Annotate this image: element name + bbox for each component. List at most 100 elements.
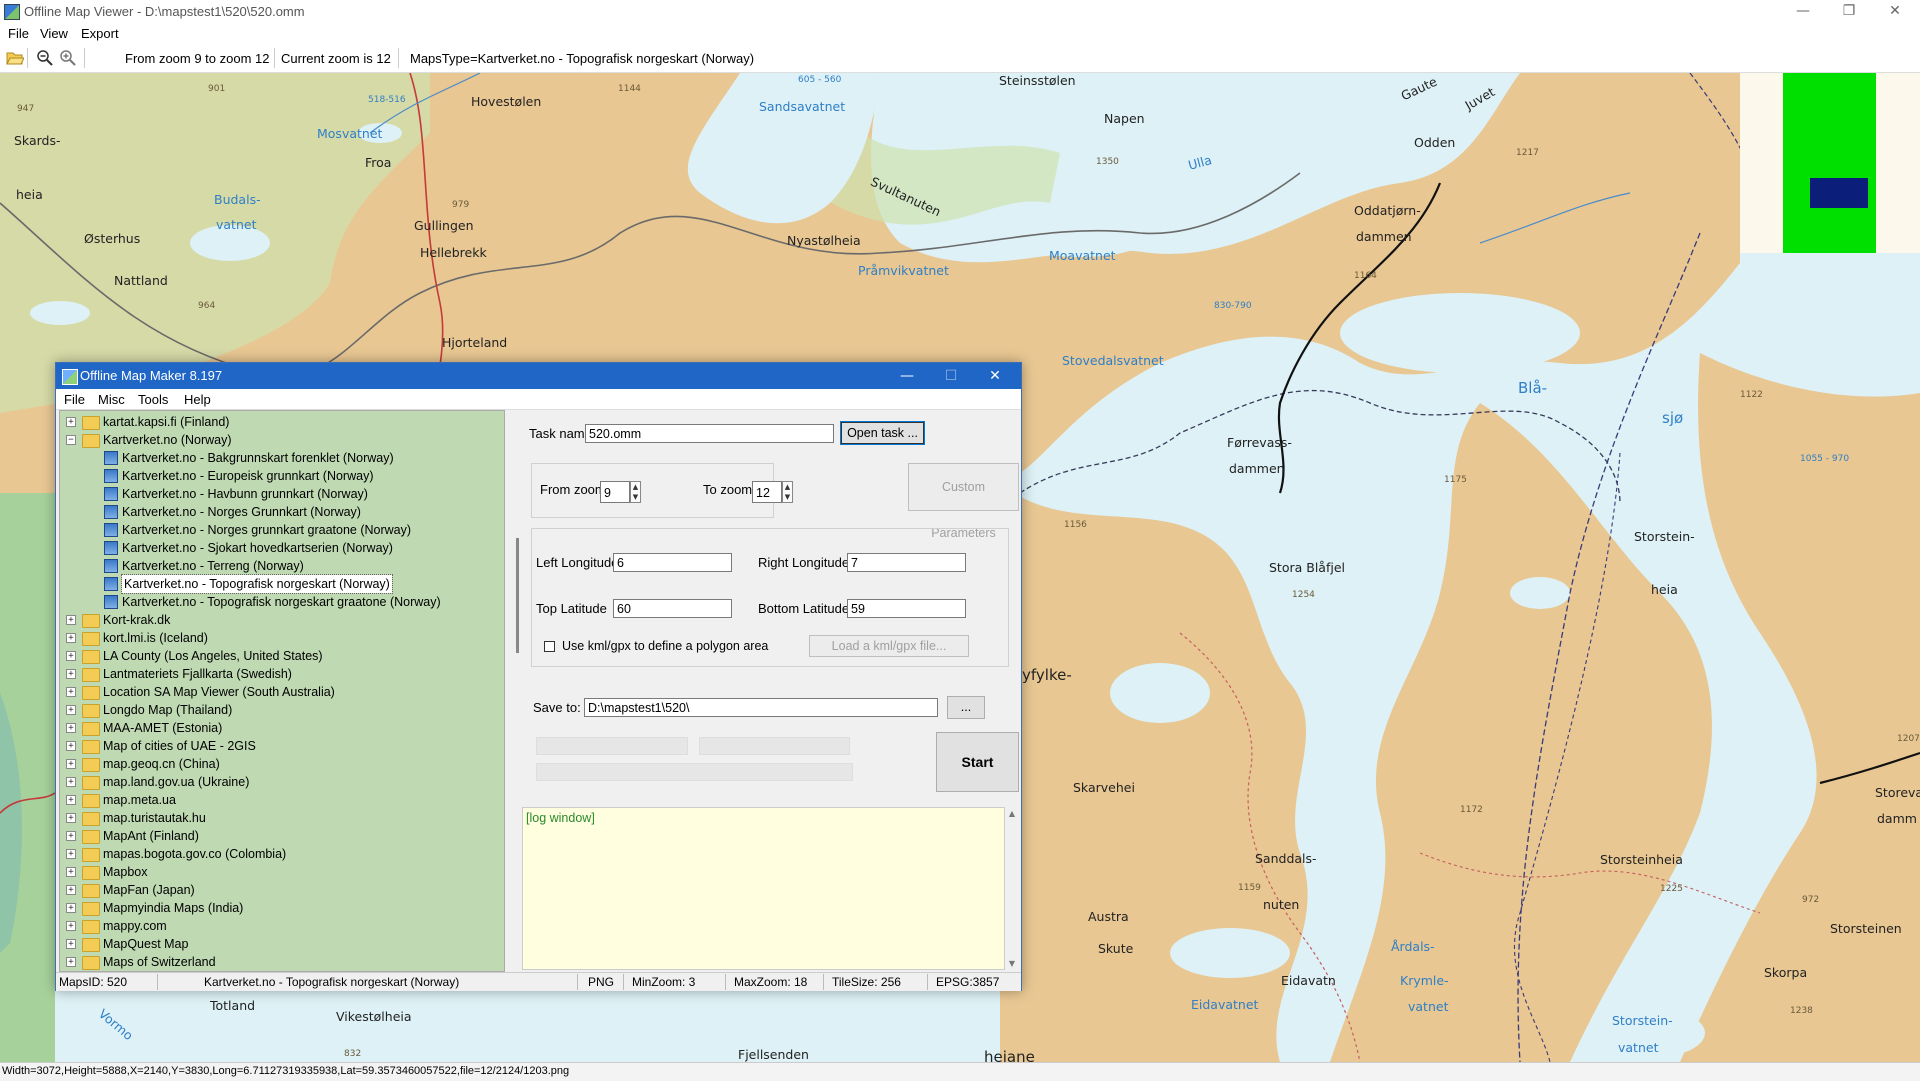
tree-item[interactable]: + Location SA Map Viewer (South Australia… xyxy=(60,683,504,701)
save-to-input[interactable]: D:\mapstest1\520\ xyxy=(584,698,938,717)
tree-item[interactable]: + MAA-AMET (Estonia) xyxy=(60,719,504,737)
task-name-input[interactable]: 520.omm xyxy=(585,424,834,443)
dialog-minimize-button[interactable]: — xyxy=(885,363,929,389)
tree-item[interactable]: + Longdo Map (Thailand) xyxy=(60,701,504,719)
start-button[interactable]: Start xyxy=(936,732,1019,792)
tree-item[interactable]: + map.meta.ua xyxy=(60,791,504,809)
dialog-title-bar[interactable]: Offline Map Maker 8.197 — ☐ ✕ xyxy=(56,363,1021,389)
expand-icon[interactable]: + xyxy=(66,957,76,967)
folder-icon xyxy=(82,848,100,862)
menu-file[interactable]: File xyxy=(8,26,29,41)
expand-icon[interactable]: + xyxy=(66,885,76,895)
map-source-tree[interactable]: + kartat.kapsi.fi (Finland) − Kartverket.no… xyxy=(59,410,505,972)
minimap[interactable] xyxy=(1740,73,1920,253)
tree-item[interactable]: + MapFan (Japan) xyxy=(60,881,504,899)
zoom-in-icon[interactable] xyxy=(59,49,77,67)
tree-item[interactable]: + Lantmateriets Fjallkarta (Swedish) xyxy=(60,665,504,683)
expand-icon[interactable]: + xyxy=(66,741,76,751)
maximize-button[interactable]: ❐ xyxy=(1826,0,1872,22)
tree-item[interactable]: + mappy.com xyxy=(60,917,504,935)
tree-item[interactable]: + Mapmyindia Maps (India) xyxy=(60,899,504,917)
expand-icon[interactable]: + xyxy=(66,417,76,427)
progress-bar-current xyxy=(536,737,688,755)
tree-item[interactable]: + kartat.kapsi.fi (Finland) xyxy=(60,413,504,431)
tree-item[interactable]: + MapAnt (Finland) xyxy=(60,827,504,845)
from-zoom-input[interactable]: 9 xyxy=(600,481,630,503)
minimize-button[interactable]: — xyxy=(1780,0,1826,22)
to-zoom-input[interactable]: 12 xyxy=(752,481,782,503)
expand-icon[interactable]: + xyxy=(66,939,76,949)
open-folder-icon[interactable] xyxy=(6,49,24,67)
tree-item[interactable]: Kartverket.no - Topografisk norgeskart (… xyxy=(60,574,504,594)
tree-item[interactable]: + map.land.gov.ua (Ukraine) xyxy=(60,773,504,791)
tree-item[interactable]: Kartverket.no - Bakgrunnskart forenklet … xyxy=(60,449,504,467)
tree-item[interactable]: Kartverket.no - Norges grunnkart graaton… xyxy=(60,521,504,539)
expand-icon[interactable]: + xyxy=(66,615,76,625)
tree-item[interactable]: Kartverket.no - Norges Grunnkart (Norway… xyxy=(60,503,504,521)
expand-icon[interactable]: + xyxy=(66,651,76,661)
left-longitude-input[interactable]: 6 xyxy=(613,553,732,572)
log-window[interactable]: [log window] xyxy=(522,807,1005,970)
use-kml-checkbox[interactable] xyxy=(544,641,555,652)
scroll-down-icon[interactable]: ▼ xyxy=(1005,959,1019,968)
map-label: Hellebrekk xyxy=(420,245,487,260)
collapse-icon[interactable]: − xyxy=(66,435,76,445)
tree-item[interactable]: − Kartverket.no (Norway) xyxy=(60,431,504,449)
expand-icon[interactable]: + xyxy=(66,777,76,787)
right-longitude-input[interactable]: 7 xyxy=(847,553,966,572)
open-task-button[interactable]: Open task ... xyxy=(840,421,925,445)
top-latitude-input[interactable]: 60 xyxy=(613,599,732,618)
expand-icon[interactable]: + xyxy=(66,921,76,931)
log-scrollbar[interactable]: ▲ ▼ xyxy=(1005,807,1019,970)
browse-button[interactable]: ... xyxy=(947,696,985,719)
tree-item[interactable]: Kartverket.no - Havbunn grunnkart (Norwa… xyxy=(60,485,504,503)
tree-item[interactable]: Kartverket.no - Terreng (Norway) xyxy=(60,557,504,575)
expand-icon[interactable]: + xyxy=(66,705,76,715)
tree-item-label: Kartverket.no - Topografisk norgeskart g… xyxy=(122,595,441,609)
zoom-out-icon[interactable] xyxy=(36,49,54,67)
close-button[interactable]: ✕ xyxy=(1872,0,1918,22)
from-zoom-spinner[interactable]: ▲ ▼ xyxy=(630,481,641,503)
folder-icon xyxy=(82,740,100,754)
height-label: 1350 xyxy=(1096,157,1119,167)
expand-icon[interactable]: + xyxy=(66,849,76,859)
dialog-menu-tools[interactable]: Tools xyxy=(138,392,168,407)
tree-item[interactable]: + mapas.bogota.gov.co (Colombia) xyxy=(60,845,504,863)
minimap-viewport[interactable] xyxy=(1810,178,1868,208)
expand-icon[interactable]: + xyxy=(66,687,76,697)
menu-view[interactable]: View xyxy=(40,26,68,41)
map-label: Budals- xyxy=(214,192,261,207)
tree-item[interactable]: + map.turistautak.hu xyxy=(60,809,504,827)
tree-item[interactable]: Kartverket.no - Topografisk norgeskart g… xyxy=(60,593,504,611)
tree-item[interactable]: Kartverket.no - Sjokart hovedkartserien … xyxy=(60,539,504,557)
dialog-menu-misc[interactable]: Misc xyxy=(98,392,125,407)
tree-scroll-thumb[interactable] xyxy=(516,538,519,653)
tree-item[interactable]: + Maps of Switzerland xyxy=(60,953,504,971)
menu-export[interactable]: Export xyxy=(81,26,119,41)
expand-icon[interactable]: + xyxy=(66,795,76,805)
tree-item[interactable]: + MapQuest Map xyxy=(60,935,504,953)
tree-item[interactable]: + LA County (Los Angeles, United States) xyxy=(60,647,504,665)
tree-item[interactable]: + Kort-krak.dk xyxy=(60,611,504,629)
expand-icon[interactable]: + xyxy=(66,633,76,643)
map-label: Eidavatnet xyxy=(1191,997,1259,1012)
expand-icon[interactable]: + xyxy=(66,759,76,769)
expand-icon[interactable]: + xyxy=(66,903,76,913)
expand-icon[interactable]: + xyxy=(66,813,76,823)
tree-item[interactable]: + Mapbox xyxy=(60,863,504,881)
tree-item[interactable]: + Map of cities of UAE - 2GIS xyxy=(60,737,504,755)
bottom-latitude-input[interactable]: 59 xyxy=(847,599,966,618)
expand-icon[interactable]: + xyxy=(66,867,76,877)
dialog-menu-file[interactable]: File xyxy=(64,392,85,407)
dialog-close-button[interactable]: ✕ xyxy=(973,363,1017,389)
expand-icon[interactable]: + xyxy=(66,831,76,841)
expand-icon[interactable]: + xyxy=(66,669,76,679)
tree-item[interactable]: + kort.lmi.is (Iceland) xyxy=(60,629,504,647)
dialog-app-icon xyxy=(62,369,78,385)
dialog-menu-help[interactable]: Help xyxy=(184,392,211,407)
tree-item[interactable]: Kartverket.no - Europeisk grunnkart (Nor… xyxy=(60,467,504,485)
to-zoom-spinner[interactable]: ▲ ▼ xyxy=(782,481,793,503)
scroll-up-icon[interactable]: ▲ xyxy=(1005,809,1019,818)
tree-item[interactable]: + map.geoq.cn (China) xyxy=(60,755,504,773)
expand-icon[interactable]: + xyxy=(66,723,76,733)
